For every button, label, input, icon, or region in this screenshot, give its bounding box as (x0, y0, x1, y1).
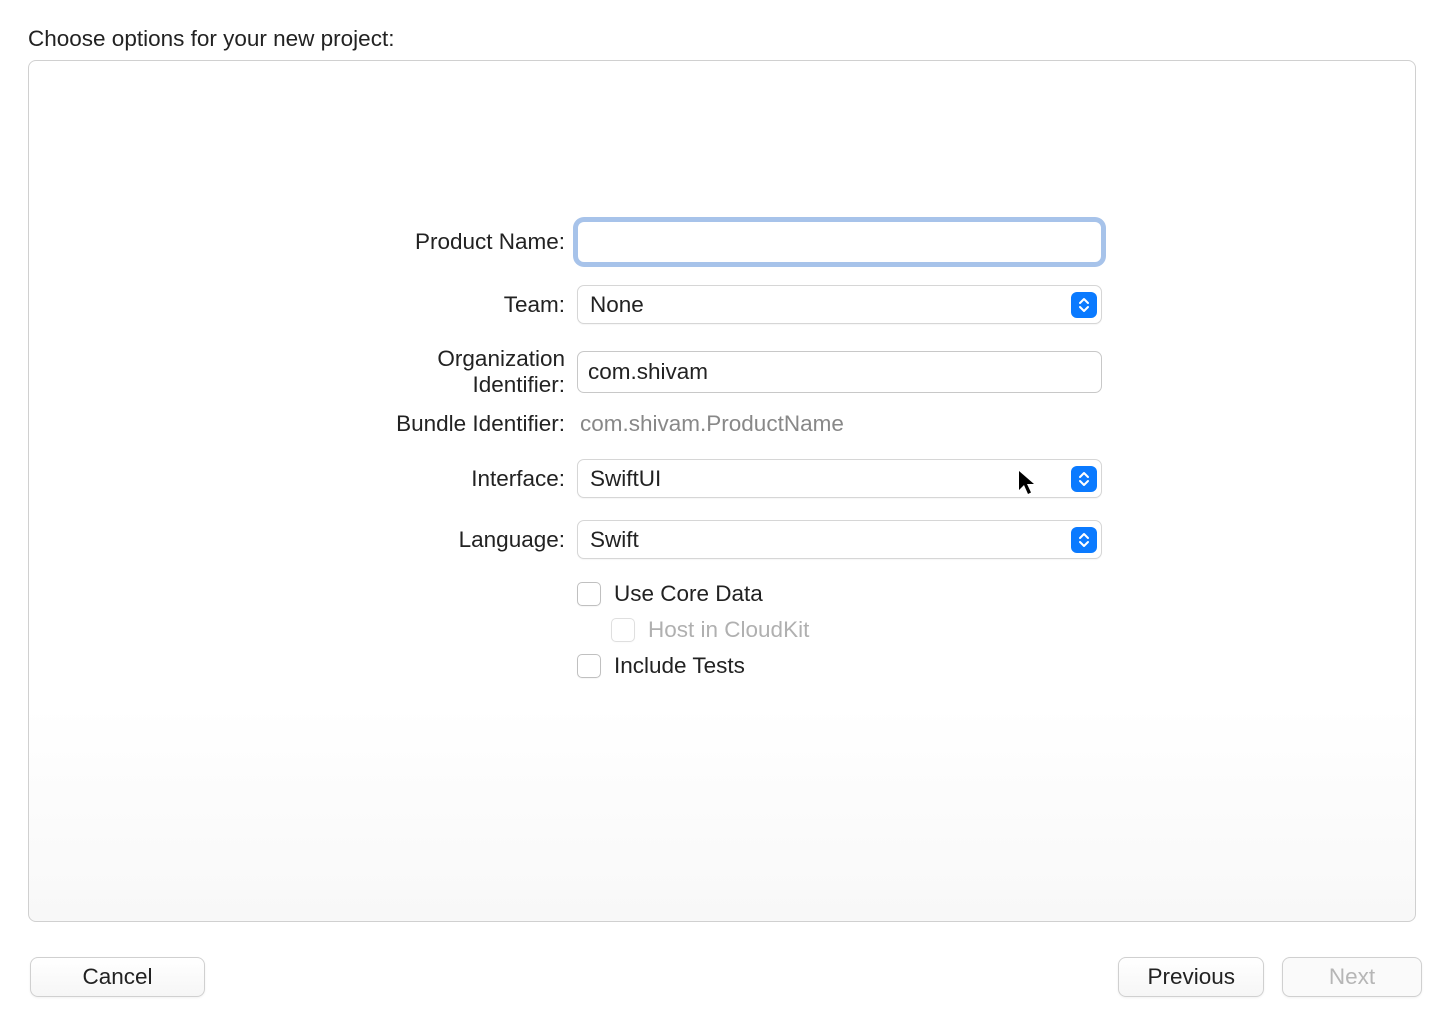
row-org-identifier: Organization Identifier: (342, 346, 1102, 398)
updown-icon (1071, 292, 1097, 318)
row-bundle-identifier: Bundle Identifier: com.shivam.ProductNam… (342, 411, 1102, 437)
label-interface: Interface: (342, 466, 577, 492)
row-include-tests: Include Tests (577, 653, 1102, 679)
use-core-data-label: Use Core Data (614, 581, 763, 607)
bundle-identifier-value: com.shivam.ProductName (577, 411, 1102, 437)
language-select[interactable]: Swift (577, 520, 1102, 559)
use-core-data-checkbox[interactable] (577, 582, 601, 606)
row-host-cloudkit: Host in CloudKit (611, 617, 1102, 643)
row-use-core-data: Use Core Data (577, 581, 1102, 607)
interface-select[interactable]: SwiftUI (577, 459, 1102, 498)
button-bar: Cancel Previous Next (0, 952, 1450, 1002)
include-tests-checkbox[interactable] (577, 654, 601, 678)
row-team: Team: None (342, 285, 1102, 324)
include-tests-label: Include Tests (614, 653, 745, 679)
label-language: Language: (342, 527, 577, 553)
updown-icon (1071, 527, 1097, 553)
label-team: Team: (342, 292, 577, 318)
options-form: Product Name: Team: None Organization Id… (342, 221, 1102, 689)
org-identifier-input[interactable] (577, 351, 1102, 393)
team-select-value: None (590, 292, 644, 318)
label-bundle-identifier: Bundle Identifier: (342, 411, 577, 437)
options-panel: Product Name: Team: None Organization Id… (28, 60, 1416, 922)
row-product-name: Product Name: (342, 221, 1102, 263)
interface-select-value: SwiftUI (590, 466, 661, 492)
next-button: Next (1282, 957, 1422, 997)
label-org-identifier: Organization Identifier: (342, 346, 577, 398)
host-cloudkit-checkbox (611, 618, 635, 642)
label-product-name: Product Name: (342, 229, 577, 255)
row-interface: Interface: SwiftUI (342, 459, 1102, 498)
updown-icon (1071, 466, 1097, 492)
cancel-button[interactable]: Cancel (30, 957, 205, 997)
page-title: Choose options for your new project: (0, 0, 1450, 52)
language-select-value: Swift (590, 527, 639, 553)
team-select[interactable]: None (577, 285, 1102, 324)
host-cloudkit-label: Host in CloudKit (648, 617, 809, 643)
previous-button[interactable]: Previous (1118, 957, 1264, 997)
product-name-input[interactable] (577, 221, 1102, 263)
row-language: Language: Swift (342, 520, 1102, 559)
